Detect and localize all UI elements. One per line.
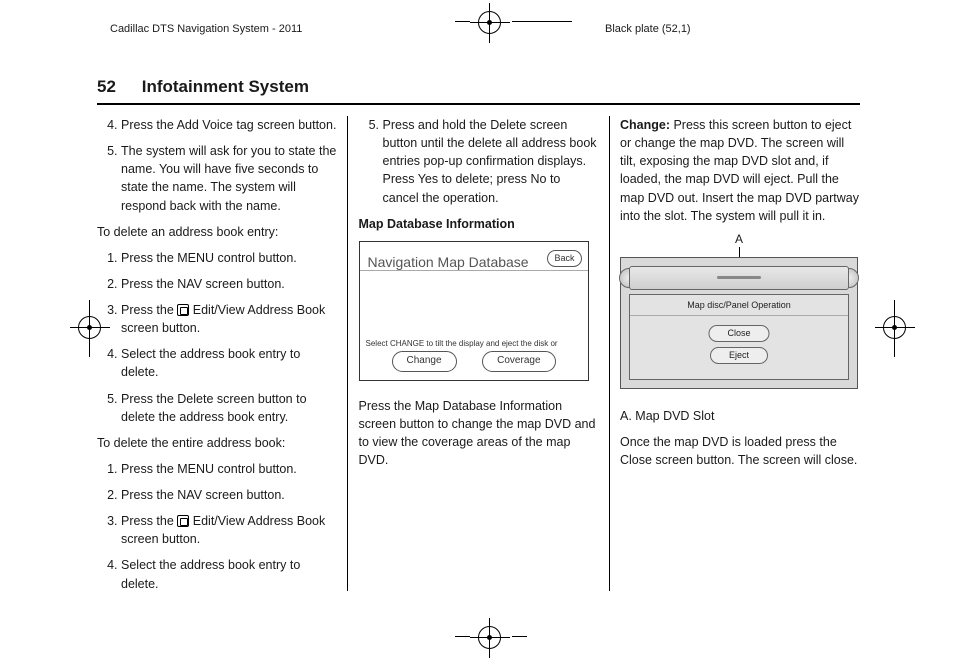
subheading: Map Database Information — [359, 215, 599, 233]
section-header: 52 Infotainment System — [97, 76, 860, 105]
list-item: Select the address book entry to delete. — [121, 345, 337, 381]
figure-legend: A. Map DVD Slot — [620, 407, 860, 425]
panel-title: Map disc/Panel Operation — [630, 299, 848, 312]
change-button[interactable]: Change — [392, 351, 457, 372]
list-item: Press the NAV screen button. — [121, 275, 337, 293]
steps-list: Press the MENU control button. Press the… — [97, 249, 337, 426]
registration-mark-icon — [470, 3, 510, 43]
crop-tick — [512, 21, 572, 22]
text: Press this screen button to eject or cha… — [620, 118, 859, 223]
doc-title: Cadillac DTS Navigation System - 2011 — [110, 22, 302, 37]
figure-caption: Select CHANGE to tilt the display and ej… — [366, 338, 558, 350]
registration-mark-icon — [470, 618, 510, 658]
device-illustration: Map disc/Panel Operation Close Eject — [620, 257, 858, 389]
section-title: Infotainment System — [142, 77, 309, 96]
figure-dvd-slot: A Map disc/Panel Operation Close Eject — [620, 233, 858, 393]
text: Press the — [121, 303, 177, 317]
address-book-icon — [177, 515, 189, 527]
steps-list: Press the MENU control button. Press the… — [97, 460, 337, 593]
crop-tick — [455, 21, 470, 22]
divider — [360, 270, 588, 271]
crop-tick — [455, 636, 470, 637]
body-text: Press the Map Database Information scree… — [359, 397, 599, 470]
registration-mark-icon — [875, 308, 915, 348]
address-book-icon — [177, 304, 189, 316]
body-text: Once the map DVD is loaded press the Clo… — [620, 433, 860, 469]
crop-tick — [89, 347, 90, 357]
figure-nav-map-database: Navigation Map Database Back Select CHAN… — [359, 241, 589, 381]
callout-label: A — [735, 231, 743, 248]
list-item: Press the Delete screen button to delete… — [121, 390, 337, 426]
column-divider — [347, 116, 348, 591]
list-item: The system will ask for you to state the… — [121, 142, 337, 215]
list-item: Press the Edit/View Address Book screen … — [121, 512, 337, 548]
column-1: Press the Add Voice tag screen button. T… — [97, 116, 337, 601]
crop-tick — [512, 636, 527, 637]
close-button[interactable]: Close — [708, 325, 769, 342]
divider — [630, 315, 848, 316]
list-item: Press the MENU control button. — [121, 249, 337, 267]
steps-list: Press the Add Voice tag screen button. T… — [97, 116, 337, 215]
eject-button[interactable]: Eject — [710, 347, 768, 364]
list-item: Press the MENU control button. — [121, 460, 337, 478]
crop-tick — [894, 347, 895, 357]
body-text: Change: Press this screen button to ejec… — [620, 116, 860, 225]
column-2: Press and hold the Delete screen button … — [359, 116, 599, 601]
black-plate-label: Black plate (52,1) — [605, 22, 691, 37]
page-number: 52 — [97, 76, 137, 99]
body-columns: Press the Add Voice tag screen button. T… — [97, 116, 860, 601]
column-divider — [609, 116, 610, 591]
column-3: Change: Press this screen button to ejec… — [620, 116, 860, 601]
list-item: Press the Edit/View Address Book screen … — [121, 301, 337, 337]
page: Cadillac DTS Navigation System - 2011 Bl… — [0, 0, 954, 668]
back-button[interactable]: Back — [547, 250, 581, 267]
list-item: Press the NAV screen button. — [121, 486, 337, 504]
crop-tick — [894, 300, 895, 310]
body-text: To delete the entire address book: — [97, 434, 337, 452]
steps-list: Press and hold the Delete screen button … — [359, 116, 599, 207]
run-in-label: Change: — [620, 118, 670, 132]
screen-panel: Map disc/Panel Operation Close Eject — [629, 294, 849, 380]
coverage-button[interactable]: Coverage — [482, 351, 555, 372]
list-item: Press the Add Voice tag screen button. — [121, 116, 337, 134]
list-item: Select the address book entry to delete. — [121, 556, 337, 592]
text: Press the — [121, 514, 177, 528]
dvd-slot — [629, 266, 849, 290]
body-text: To delete an address book entry: — [97, 223, 337, 241]
list-item: Press and hold the Delete screen button … — [383, 116, 599, 207]
crop-tick — [89, 300, 90, 310]
